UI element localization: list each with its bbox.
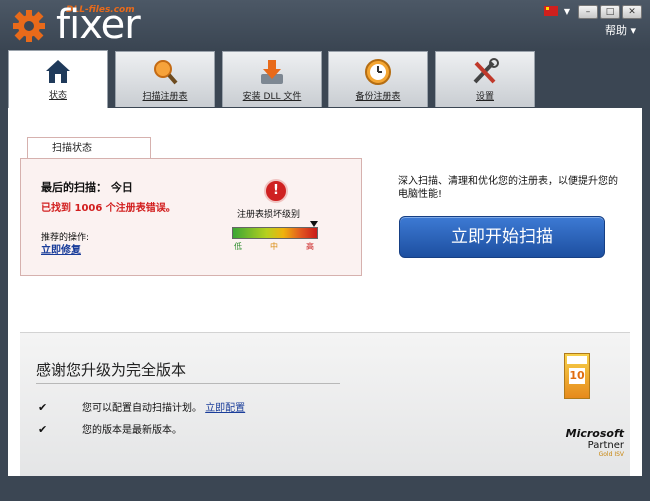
gear-logo-icon <box>13 10 45 42</box>
tab-install-dll-label: 安装 DLL 文件 <box>242 92 302 102</box>
scan-status-tab: 扫描状态 <box>27 137 151 160</box>
tab-scan-registry[interactable]: 扫描注册表 <box>115 51 215 107</box>
fix-now-link[interactable]: 立即修复 <box>41 241 81 256</box>
tab-scan-registry-label: 扫描注册表 <box>142 92 188 102</box>
microsoft-brand: Microsoft <box>565 427 624 440</box>
severity-meter <box>232 227 318 239</box>
schedule-text: 您可以配置自动扫描计划。 <box>82 403 202 414</box>
tab-settings[interactable]: 设置 <box>435 51 535 107</box>
severity-label: 注册表损坏级别 <box>237 210 301 220</box>
errors-found-text: 已找到 1006 个注册表错误。 <box>41 203 176 214</box>
tab-status[interactable]: 状态 <box>8 50 108 108</box>
award-rating: 10 <box>569 368 585 384</box>
configure-now-link[interactable]: 立即配置 <box>205 403 245 414</box>
check-icon: ✔ <box>38 423 48 436</box>
last-scan-text: 最后的扫描： 今日 <box>41 181 133 194</box>
minimize-button[interactable]: – <box>578 5 598 19</box>
upgrade-row-schedule: ✔ 您可以配置自动扫描计划。 立即配置 <box>38 399 245 414</box>
window-controls: ▼ – □ ✕ <box>543 5 642 19</box>
upgrade-divider <box>36 383 340 384</box>
start-scan-button[interactable]: 立即开始扫描 <box>399 216 605 258</box>
tab-backup-registry[interactable]: 备份注册表 <box>328 51 428 107</box>
tab-backup-registry-label: 备份注册表 <box>355 92 401 102</box>
title-bar: DLL-files.com fixer ▼ – □ ✕ 帮助 ▾ <box>0 0 650 50</box>
main-content: 扫描状态 最后的扫描： 今日 已找到 1006 个注册表错误。 推荐的操作: 立… <box>8 108 642 477</box>
home-icon <box>46 60 70 83</box>
meter-label-high: 高 <box>306 242 314 251</box>
check-icon: ✔ <box>38 401 48 414</box>
app-brand: fixer <box>56 2 141 48</box>
clock-icon <box>365 59 391 85</box>
alert-icon: ! <box>264 179 288 203</box>
meter-label-mid: 中 <box>270 242 278 251</box>
tab-status-label: 状态 <box>48 91 67 101</box>
gold-isv-text: Gold ISV <box>598 451 624 458</box>
severity-marker-icon <box>309 221 318 227</box>
app-window: DLL-files.com fixer ▼ – □ ✕ 帮助 ▾ 状态 扫描注册… <box>0 0 650 501</box>
scan-status-panel: 最后的扫描： 今日 已找到 1006 个注册表错误。 推荐的操作: 立即修复 !… <box>20 158 362 276</box>
magnifier-icon <box>154 60 178 85</box>
main-tabs: 状态 扫描注册表 安装 DLL 文件 备份注册表 设置 <box>8 50 642 108</box>
fixer-logo: DLL-files.com fixer <box>12 2 152 48</box>
status-bar <box>0 476 650 501</box>
meter-label-low: 低 <box>234 242 242 251</box>
microsoft-partner-logo: Microsoft Partner Gold ISV <box>544 427 624 458</box>
maximize-button[interactable]: □ <box>600 5 620 19</box>
download-icon <box>261 60 283 84</box>
partner-text: Partner <box>587 440 624 451</box>
version-text: 您的版本是最新版本。 <box>82 425 182 436</box>
upgrade-title: 感谢您升级为完全版本 <box>36 361 187 379</box>
tools-icon <box>473 58 499 84</box>
close-button[interactable]: ✕ <box>622 5 642 19</box>
language-dropdown-icon[interactable]: ▼ <box>564 7 570 19</box>
upgrade-row-version: ✔ 您的版本是最新版本。 <box>38 421 182 436</box>
award-badge-icon: 10 <box>564 353 590 399</box>
upgrade-panel: 感谢您升级为完全版本 ✔ 您可以配置自动扫描计划。 立即配置 ✔ 您的版本是最新版本… <box>20 332 630 477</box>
help-menu[interactable]: 帮助 ▾ <box>605 22 636 38</box>
tab-settings-label: 设置 <box>475 92 494 102</box>
language-flag-icon[interactable] <box>543 6 558 16</box>
award-ribbon-icon <box>567 356 587 364</box>
scan-description: 深入扫描、清理和优化您的注册表，以便提升您的电脑性能! <box>398 176 618 200</box>
tab-install-dll[interactable]: 安装 DLL 文件 <box>222 51 322 107</box>
